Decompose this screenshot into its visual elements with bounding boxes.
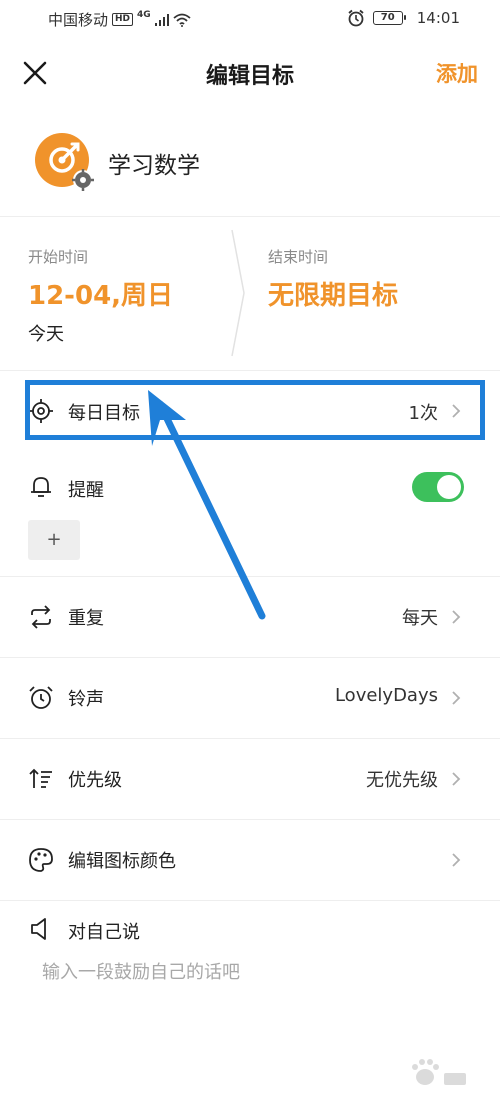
wifi-icon [173, 13, 191, 27]
add-reminder-button[interactable]: + [28, 520, 80, 560]
end-value: 无限期目标 [268, 281, 399, 311]
chevron-right-icon [452, 853, 461, 867]
start-time-section[interactable]: 开始时间 12-04,周日 今天 [28, 246, 228, 346]
self-talk-label: 对自己说 [68, 922, 140, 943]
self-talk-row: 对自己说 [0, 910, 500, 950]
start-time-label: 开始时间 [28, 248, 89, 266]
alarm-icon [348, 9, 364, 27]
goal-icon-button[interactable] [34, 132, 94, 192]
repeat-value: 每天 [402, 608, 438, 629]
start-date: 12-04,周日 [28, 281, 174, 311]
ringtone-label: 铃声 [68, 689, 104, 710]
divider [0, 370, 500, 371]
ringtone-row[interactable]: 铃声 LovelyDays [0, 658, 500, 738]
carrier-label: 中国移动 [48, 11, 109, 29]
status-bar: 中国移动 HD 4G 70 14:01 [0, 0, 500, 40]
goal-name[interactable]: 学习数学 [108, 146, 200, 180]
baidu-watermark-logo [412, 1059, 466, 1085]
target-arrow-icon [35, 133, 94, 191]
toggle-knob [437, 475, 461, 499]
add-button[interactable]: 添加 [436, 58, 478, 88]
chevron-right-icon [452, 691, 461, 705]
icon-color-label: 编辑图标颜色 [68, 851, 176, 872]
icon-color-row[interactable]: 编辑图标颜色 [0, 820, 500, 900]
signal-icon [154, 13, 169, 26]
reminder-toggle[interactable] [412, 472, 464, 502]
start-date-sub: 今天 [28, 324, 64, 345]
priority-value: 无优先级 [366, 770, 438, 791]
alarm-clock-icon [29, 686, 53, 709]
repeat-row[interactable]: 重复 每天 [0, 577, 500, 657]
highlight-box [25, 380, 485, 440]
time-separator [231, 229, 245, 357]
ringtone-value: LovelyDays [334, 685, 438, 706]
chevron-right-icon [452, 772, 461, 786]
chevron-right-icon [452, 610, 461, 624]
end-time-label: 结束时间 [268, 248, 329, 266]
reminder-label: 提醒 [68, 480, 104, 501]
priority-icon [29, 768, 52, 788]
end-time-section[interactable]: 结束时间 无限期目标 [268, 246, 468, 346]
repeat-icon [31, 605, 51, 629]
divider [0, 900, 500, 901]
clock-time: 14:01 [416, 9, 460, 27]
priority-row[interactable]: 优先级 无优先级 [0, 739, 500, 819]
page-title: 编辑目标 [205, 64, 294, 89]
priority-label: 优先级 [68, 770, 122, 791]
repeat-label: 重复 [68, 608, 104, 629]
self-talk-input[interactable]: 输入一段鼓励自己的话吧 [42, 958, 240, 984]
palette-icon [29, 848, 53, 872]
network-label: 4G [137, 9, 151, 20]
divider [0, 216, 500, 217]
battery-indicator: 70 [372, 11, 406, 25]
bell-icon [31, 477, 51, 497]
hd-badge: HD [112, 13, 134, 26]
speaker-icon [31, 918, 46, 940]
